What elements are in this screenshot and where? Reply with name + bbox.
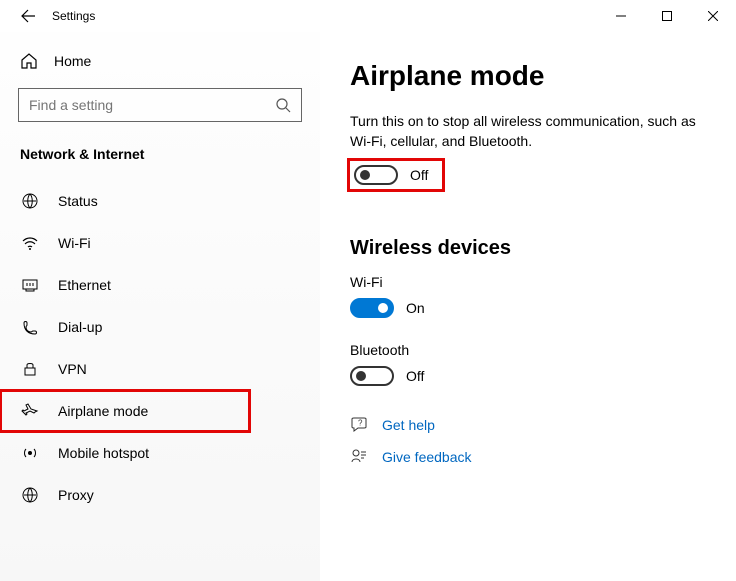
sidebar-item-hotspot[interactable]: Mobile hotspot [0, 432, 320, 474]
wifi-toggle-label: On [406, 300, 425, 316]
ethernet-icon [20, 276, 40, 294]
get-help-link[interactable]: ? Get help [350, 416, 706, 434]
search-icon [275, 97, 291, 113]
give-feedback-link[interactable]: Give feedback [350, 448, 706, 466]
airplane-toggle[interactable] [354, 165, 398, 185]
minimize-button[interactable] [598, 0, 644, 32]
airplane-toggle-row: Off [350, 161, 442, 189]
maximize-icon [662, 11, 672, 21]
wifi-icon [20, 234, 40, 252]
window-controls [598, 0, 736, 32]
sidebar-item-label: Wi-Fi [58, 235, 91, 251]
sidebar-item-status[interactable]: Status [0, 180, 320, 222]
window-title: Settings [48, 9, 598, 23]
bluetooth-toggle-row: Off [350, 366, 706, 386]
sidebar-item-label: Proxy [58, 487, 94, 503]
sidebar: Home Network & Internet Status Wi-Fi Eth… [0, 32, 320, 581]
bluetooth-toggle[interactable] [350, 366, 394, 386]
titlebar: Settings [0, 0, 736, 32]
close-icon [708, 11, 718, 21]
sidebar-item-label: Airplane mode [58, 403, 148, 419]
back-button[interactable] [8, 0, 48, 32]
wifi-label: Wi-Fi [350, 274, 706, 290]
home-label: Home [54, 53, 91, 69]
arrow-left-icon [20, 8, 36, 24]
sidebar-item-label: Dial-up [58, 319, 102, 335]
airplane-toggle-label: Off [410, 167, 428, 183]
help-icon: ? [350, 416, 368, 434]
feedback-icon [350, 448, 368, 466]
page-title: Airplane mode [350, 60, 706, 92]
wifi-toggle-row: On [350, 298, 706, 318]
vpn-icon [20, 360, 40, 378]
main-panel: Airplane mode Turn this on to stop all w… [320, 32, 736, 581]
sidebar-item-label: Status [58, 193, 98, 209]
close-button[interactable] [690, 0, 736, 32]
sidebar-item-label: Mobile hotspot [58, 445, 149, 461]
svg-text:?: ? [358, 419, 363, 428]
hotspot-icon [20, 444, 40, 462]
airplane-icon [20, 402, 40, 420]
bluetooth-label: Bluetooth [350, 342, 706, 358]
give-feedback-label: Give feedback [382, 449, 472, 465]
dialup-icon [20, 318, 40, 336]
home-icon [20, 52, 38, 70]
sidebar-item-proxy[interactable]: Proxy [0, 474, 320, 516]
sidebar-item-vpn[interactable]: VPN [0, 348, 320, 390]
search-box[interactable] [18, 88, 302, 122]
wireless-heading: Wireless devices [350, 237, 706, 260]
status-icon [20, 192, 40, 210]
sidebar-item-label: VPN [58, 361, 87, 377]
sidebar-item-airplane[interactable]: Airplane mode [0, 390, 250, 432]
sidebar-item-ethernet[interactable]: Ethernet [0, 264, 320, 306]
bluetooth-toggle-label: Off [406, 368, 424, 384]
maximize-button[interactable] [644, 0, 690, 32]
search-input[interactable] [29, 97, 275, 113]
airplane-description: Turn this on to stop all wireless commun… [350, 112, 706, 151]
home-button[interactable]: Home [0, 42, 320, 80]
wifi-toggle[interactable] [350, 298, 394, 318]
sidebar-item-wifi[interactable]: Wi-Fi [0, 222, 320, 264]
section-header: Network & Internet [0, 142, 320, 180]
sidebar-item-dialup[interactable]: Dial-up [0, 306, 320, 348]
get-help-label: Get help [382, 417, 435, 433]
sidebar-item-label: Ethernet [58, 277, 111, 293]
minimize-icon [616, 11, 626, 21]
proxy-icon [20, 486, 40, 504]
